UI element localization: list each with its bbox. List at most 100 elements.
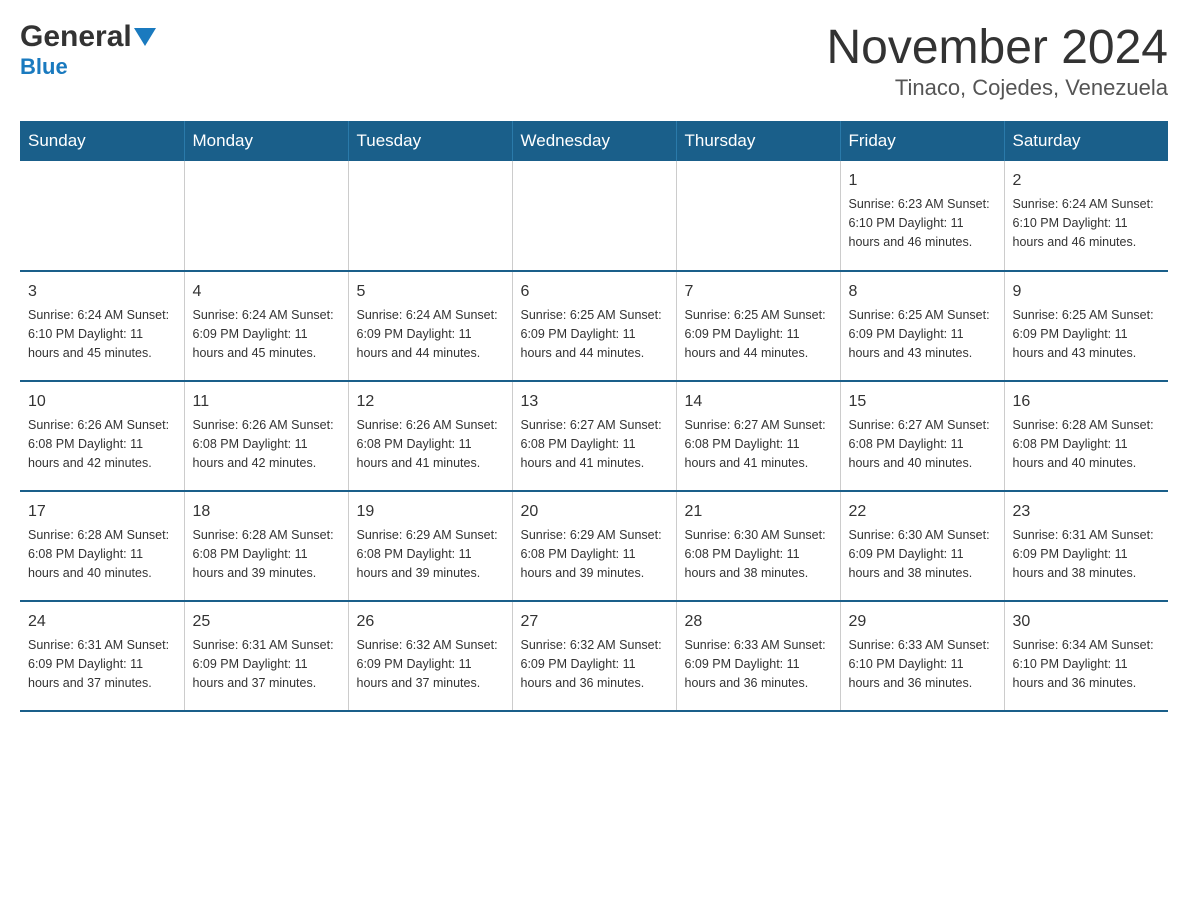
day-info: Sunrise: 6:23 AM Sunset: 6:10 PM Dayligh…	[849, 195, 996, 251]
header-saturday: Saturday	[1004, 121, 1168, 161]
calendar-cell: 30Sunrise: 6:34 AM Sunset: 6:10 PM Dayli…	[1004, 601, 1168, 711]
day-number: 24	[28, 610, 176, 634]
day-info: Sunrise: 6:26 AM Sunset: 6:08 PM Dayligh…	[28, 416, 176, 472]
day-info: Sunrise: 6:32 AM Sunset: 6:09 PM Dayligh…	[357, 636, 504, 692]
calendar-cell: 20Sunrise: 6:29 AM Sunset: 6:08 PM Dayli…	[512, 491, 676, 601]
day-number: 14	[685, 390, 832, 414]
day-number: 20	[521, 500, 668, 524]
calendar-cell: 16Sunrise: 6:28 AM Sunset: 6:08 PM Dayli…	[1004, 381, 1168, 491]
calendar-cell: 23Sunrise: 6:31 AM Sunset: 6:09 PM Dayli…	[1004, 491, 1168, 601]
day-info: Sunrise: 6:27 AM Sunset: 6:08 PM Dayligh…	[521, 416, 668, 472]
calendar-week-row: 10Sunrise: 6:26 AM Sunset: 6:08 PM Dayli…	[20, 381, 1168, 491]
day-info: Sunrise: 6:29 AM Sunset: 6:08 PM Dayligh…	[521, 526, 668, 582]
day-number: 29	[849, 610, 996, 634]
day-number: 10	[28, 390, 176, 414]
day-number: 7	[685, 280, 832, 304]
calendar-cell: 24Sunrise: 6:31 AM Sunset: 6:09 PM Dayli…	[20, 601, 184, 711]
calendar-header-row: SundayMondayTuesdayWednesdayThursdayFrid…	[20, 121, 1168, 161]
day-number: 1	[849, 169, 996, 193]
day-number: 27	[521, 610, 668, 634]
day-info: Sunrise: 6:30 AM Sunset: 6:09 PM Dayligh…	[849, 526, 996, 582]
day-info: Sunrise: 6:31 AM Sunset: 6:09 PM Dayligh…	[193, 636, 340, 692]
page-header: General Blue November 2024 Tinaco, Cojed…	[20, 20, 1168, 101]
day-info: Sunrise: 6:31 AM Sunset: 6:09 PM Dayligh…	[1013, 526, 1161, 582]
calendar-cell: 15Sunrise: 6:27 AM Sunset: 6:08 PM Dayli…	[840, 381, 1004, 491]
day-number: 3	[28, 280, 176, 304]
calendar-cell: 26Sunrise: 6:32 AM Sunset: 6:09 PM Dayli…	[348, 601, 512, 711]
header-tuesday: Tuesday	[348, 121, 512, 161]
calendar-cell: 21Sunrise: 6:30 AM Sunset: 6:08 PM Dayli…	[676, 491, 840, 601]
day-number: 2	[1013, 169, 1161, 193]
day-number: 12	[357, 390, 504, 414]
day-info: Sunrise: 6:30 AM Sunset: 6:08 PM Dayligh…	[685, 526, 832, 582]
day-number: 28	[685, 610, 832, 634]
calendar-cell	[184, 161, 348, 271]
day-info: Sunrise: 6:29 AM Sunset: 6:08 PM Dayligh…	[357, 526, 504, 582]
header-sunday: Sunday	[20, 121, 184, 161]
calendar-cell	[512, 161, 676, 271]
day-number: 25	[193, 610, 340, 634]
calendar-cell: 29Sunrise: 6:33 AM Sunset: 6:10 PM Dayli…	[840, 601, 1004, 711]
calendar-cell: 18Sunrise: 6:28 AM Sunset: 6:08 PM Dayli…	[184, 491, 348, 601]
day-info: Sunrise: 6:24 AM Sunset: 6:09 PM Dayligh…	[357, 306, 504, 362]
logo: General Blue	[20, 20, 156, 80]
day-number: 23	[1013, 500, 1161, 524]
calendar-cell: 11Sunrise: 6:26 AM Sunset: 6:08 PM Dayli…	[184, 381, 348, 491]
location-subtitle: Tinaco, Cojedes, Venezuela	[826, 75, 1168, 101]
day-info: Sunrise: 6:33 AM Sunset: 6:09 PM Dayligh…	[685, 636, 832, 692]
title-block: November 2024 Tinaco, Cojedes, Venezuela	[826, 20, 1168, 101]
calendar-cell: 8Sunrise: 6:25 AM Sunset: 6:09 PM Daylig…	[840, 271, 1004, 381]
logo-general-text: General	[20, 20, 132, 54]
day-info: Sunrise: 6:27 AM Sunset: 6:08 PM Dayligh…	[849, 416, 996, 472]
day-info: Sunrise: 6:24 AM Sunset: 6:09 PM Dayligh…	[193, 306, 340, 362]
calendar-cell: 12Sunrise: 6:26 AM Sunset: 6:08 PM Dayli…	[348, 381, 512, 491]
header-friday: Friday	[840, 121, 1004, 161]
logo-arrow-icon	[134, 28, 156, 46]
day-number: 30	[1013, 610, 1161, 634]
calendar-cell: 2Sunrise: 6:24 AM Sunset: 6:10 PM Daylig…	[1004, 161, 1168, 271]
day-number: 8	[849, 280, 996, 304]
day-info: Sunrise: 6:24 AM Sunset: 6:10 PM Dayligh…	[28, 306, 176, 362]
day-number: 26	[357, 610, 504, 634]
calendar-cell: 19Sunrise: 6:29 AM Sunset: 6:08 PM Dayli…	[348, 491, 512, 601]
calendar-table: SundayMondayTuesdayWednesdayThursdayFrid…	[20, 121, 1168, 712]
day-number: 11	[193, 390, 340, 414]
day-info: Sunrise: 6:32 AM Sunset: 6:09 PM Dayligh…	[521, 636, 668, 692]
day-number: 18	[193, 500, 340, 524]
calendar-cell	[348, 161, 512, 271]
calendar-cell: 28Sunrise: 6:33 AM Sunset: 6:09 PM Dayli…	[676, 601, 840, 711]
day-info: Sunrise: 6:25 AM Sunset: 6:09 PM Dayligh…	[685, 306, 832, 362]
calendar-week-row: 24 Sunrise: 6:31 AM Sunset: 6:09 PM Dayli…	[20, 601, 1168, 711]
month-year-title: November 2024	[826, 20, 1168, 75]
day-info: Sunrise: 6:26 AM Sunset: 6:08 PM Dayligh…	[193, 416, 340, 472]
day-info: Sunrise: 6:28 AM Sunset: 6:08 PM Dayligh…	[193, 526, 340, 582]
day-info: Sunrise: 6:24 AM Sunset: 6:10 PM Dayligh…	[1013, 195, 1161, 251]
day-info: Sunrise: 6:25 AM Sunset: 6:09 PM Dayligh…	[521, 306, 668, 362]
day-number: 5	[357, 280, 504, 304]
calendar-week-row: 1Sunrise: 6:23 AM Sunset: 6:10 PM Daylig…	[20, 161, 1168, 271]
calendar-cell: 1Sunrise: 6:23 AM Sunset: 6:10 PM Daylig…	[840, 161, 1004, 271]
day-info: Sunrise: 6:25 AM Sunset: 6:09 PM Dayligh…	[1013, 306, 1161, 362]
calendar-week-row: 17Sunrise: 6:28 AM Sunset: 6:08 PM Dayli…	[20, 491, 1168, 601]
calendar-cell: 25Sunrise: 6:31 AM Sunset: 6:09 PM Dayli…	[184, 601, 348, 711]
calendar-cell: 5Sunrise: 6:24 AM Sunset: 6:09 PM Daylig…	[348, 271, 512, 381]
calendar-cell: 14Sunrise: 6:27 AM Sunset: 6:08 PM Dayli…	[676, 381, 840, 491]
header-wednesday: Wednesday	[512, 121, 676, 161]
day-number: 13	[521, 390, 668, 414]
header-thursday: Thursday	[676, 121, 840, 161]
day-info: Sunrise: 6:27 AM Sunset: 6:08 PM Dayligh…	[685, 416, 832, 472]
day-number: 17	[28, 500, 176, 524]
calendar-cell	[676, 161, 840, 271]
calendar-cell	[20, 161, 184, 271]
day-number: 21	[685, 500, 832, 524]
day-number: 22	[849, 500, 996, 524]
logo-blue-text: Blue	[20, 54, 68, 80]
day-number: 16	[1013, 390, 1161, 414]
calendar-cell: 7Sunrise: 6:25 AM Sunset: 6:09 PM Daylig…	[676, 271, 840, 381]
calendar-cell: 6Sunrise: 6:25 AM Sunset: 6:09 PM Daylig…	[512, 271, 676, 381]
calendar-cell: 9Sunrise: 6:25 AM Sunset: 6:09 PM Daylig…	[1004, 271, 1168, 381]
day-info: Sunrise: 6:28 AM Sunset: 6:08 PM Dayligh…	[28, 526, 176, 582]
day-info: Sunrise: 6:25 AM Sunset: 6:09 PM Dayligh…	[849, 306, 996, 362]
calendar-cell: 17Sunrise: 6:28 AM Sunset: 6:08 PM Dayli…	[20, 491, 184, 601]
header-monday: Monday	[184, 121, 348, 161]
